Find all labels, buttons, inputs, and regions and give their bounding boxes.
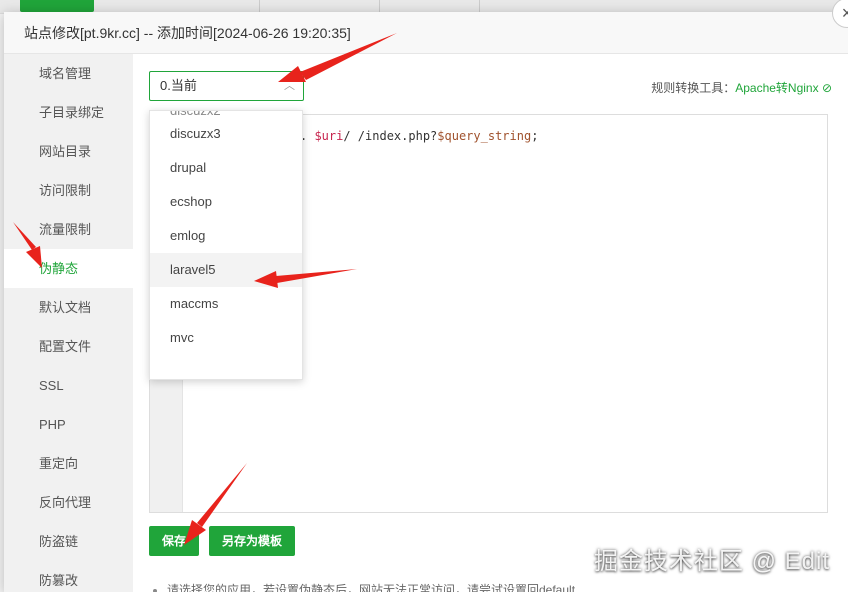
sidebar-item-hotlink[interactable]: 防盗链 bbox=[4, 522, 133, 561]
sidebar-item-domain[interactable]: 域名管理 bbox=[4, 54, 133, 93]
sidebar-item-subdir[interactable]: 子目录绑定 bbox=[4, 93, 133, 132]
dropdown-partial-item[interactable] bbox=[150, 355, 302, 367]
code-text: / /index.php? bbox=[343, 129, 438, 143]
background-tab bbox=[20, 0, 94, 12]
sidebar-item-proxy[interactable]: 反向代理 bbox=[4, 483, 133, 522]
sidebar: 域名管理 子目录绑定 网站目录 访问限制 流量限制 伪静态 默认文档 配置文件 … bbox=[4, 54, 133, 592]
dropdown-partial-item[interactable]: discuzx2 bbox=[150, 111, 302, 117]
sidebar-item-php[interactable]: PHP bbox=[4, 405, 133, 444]
rewrite-template-select[interactable]: 0.当前 ︿ bbox=[149, 71, 304, 101]
sidebar-item-tamper[interactable]: 防篡改 bbox=[4, 561, 133, 592]
help-tip: 请选择您的应用，若设置伪静态后，网站无法正常访问，请尝试设置回default bbox=[153, 581, 575, 592]
dropdown-option[interactable]: maccms bbox=[150, 287, 302, 321]
sidebar-item-ssl[interactable]: SSL bbox=[4, 366, 133, 405]
sidebar-item-traffic-limit[interactable]: 流量限制 bbox=[4, 210, 133, 249]
sidebar-item-rewrite[interactable]: 伪静态 bbox=[4, 249, 133, 288]
help-tip-text: 请选择您的应用，若设置伪静态后，网站无法正常访问，请尝试设置回default bbox=[167, 583, 576, 592]
watermark: 掘金技术社区 @ Edit bbox=[593, 548, 830, 575]
sidebar-item-config[interactable]: 配置文件 bbox=[4, 327, 133, 366]
chevron-up-icon: ︿ bbox=[284, 80, 295, 92]
apache-to-nginx-link[interactable]: Apache转Nginx bbox=[735, 81, 818, 95]
dropdown-option[interactable]: emlog bbox=[150, 219, 302, 253]
background-divider bbox=[260, 0, 380, 12]
rule-convert-tool: 规则转换工具：Apache转Nginx ⊘ bbox=[651, 79, 832, 96]
code-text: ; bbox=[531, 129, 539, 143]
dropdown-option[interactable]: discuzx3 bbox=[150, 117, 302, 151]
link-icon: ⊘ bbox=[818, 81, 832, 95]
dropdown-option[interactable]: ecshop bbox=[150, 185, 302, 219]
rewrite-template-dropdown: discuzx2 discuzx3 drupal ecshop emlog la… bbox=[149, 110, 303, 380]
rule-convert-label: 规则转换工具： bbox=[651, 81, 736, 95]
sidebar-item-access-limit[interactable]: 访问限制 bbox=[4, 171, 133, 210]
background-divider bbox=[380, 0, 480, 12]
sidebar-item-redirect[interactable]: 重定向 bbox=[4, 444, 133, 483]
code-variable: $uri bbox=[314, 129, 344, 143]
dropdown-option[interactable]: mvc bbox=[150, 321, 302, 355]
save-as-template-button[interactable]: 另存为模板 bbox=[209, 526, 295, 556]
site-edit-modal: 站点修改[pt.9kr.cc] -- 添加时间[2024-06-26 19:20… bbox=[4, 0, 848, 592]
code-line: . $uri/ /index.php?$query_string; bbox=[300, 129, 538, 143]
select-value: 0.当前 bbox=[160, 78, 197, 93]
sidebar-item-default-doc[interactable]: 默认文档 bbox=[4, 288, 133, 327]
code-variable: $query_string bbox=[437, 129, 532, 143]
modal-title: 站点修改[pt.9kr.cc] -- 添加时间[2024-06-26 19:20… bbox=[4, 12, 848, 54]
save-button[interactable]: 保存 bbox=[149, 526, 199, 556]
background-divider bbox=[160, 0, 260, 12]
sidebar-item-site-dir[interactable]: 网站目录 bbox=[4, 132, 133, 171]
dropdown-option[interactable]: drupal bbox=[150, 151, 302, 185]
dropdown-option-hovered[interactable]: laravel5 bbox=[150, 253, 302, 287]
